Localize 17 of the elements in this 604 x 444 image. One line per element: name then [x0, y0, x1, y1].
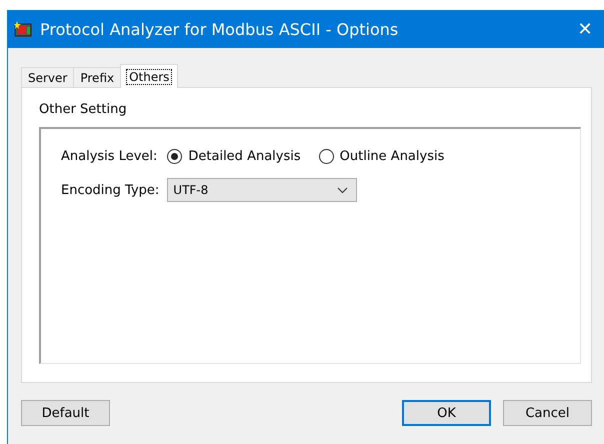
- chevron-down-icon: [337, 186, 348, 194]
- field-label: Encoding Type:: [61, 182, 160, 198]
- encoding-dropdown[interactable]: UTF-8: [167, 178, 358, 202]
- app-icon: [14, 21, 32, 37]
- radio-button[interactable]: [318, 149, 334, 164]
- section-title: Other Setting: [39, 102, 128, 117]
- tab[interactable]: Server: [21, 67, 74, 87]
- radio-option[interactable]: Detailed Analysis: [167, 149, 301, 164]
- dialog-button[interactable]: Cancel: [503, 400, 592, 426]
- radio-option[interactable]: Outline Analysis: [318, 149, 444, 164]
- tab[interactable]: Others: [120, 64, 178, 88]
- field-label: Analysis Level:: [61, 149, 158, 164]
- dialog-button[interactable]: Default: [21, 400, 110, 426]
- dialog-button[interactable]: OK: [402, 400, 491, 426]
- window-title: Protocol Analyzer for Modbus ASCII - Options: [40, 20, 400, 38]
- close-button[interactable]: ✕: [565, 18, 604, 40]
- radio-button[interactable]: [167, 149, 182, 164]
